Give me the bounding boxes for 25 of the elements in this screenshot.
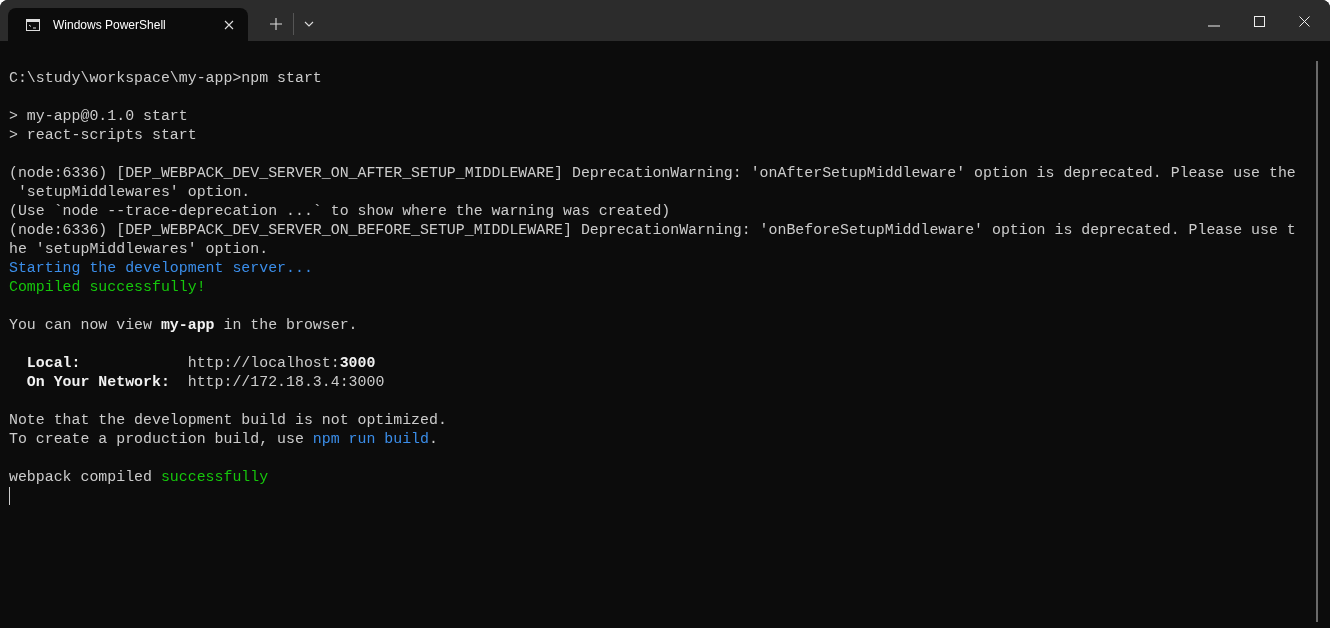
terminal-line: > my-app@0.1.0 start bbox=[9, 107, 188, 126]
terminal-line: (Use `node --trace-deprecation ...` to show where the warning was created) bbox=[9, 202, 671, 221]
terminal-line: (node:6336) [DEP_WEBPACK_DEV_SERVER_ON_BEFORE_SETUP_MIDDLEWARE] DeprecationWarning: 'onBeforeSetupMiddleware' option is deprecated. Please use t bbox=[9, 221, 1296, 240]
terminal-line: To create a production build, use npm run build. bbox=[9, 430, 438, 449]
terminal-line: Starting the development server... bbox=[9, 259, 313, 278]
terminal-line: 'setupMiddlewares' option. bbox=[16, 183, 251, 202]
terminal-line: Compiled successfully! bbox=[9, 278, 206, 297]
text-cursor bbox=[9, 487, 10, 505]
maximize-icon[interactable] bbox=[1254, 16, 1265, 27]
new-tab-icon[interactable] bbox=[270, 18, 282, 30]
terminal-line: Note that the development build is not optimized. bbox=[9, 411, 447, 430]
terminal-line: You can now view my-app in the browser. bbox=[9, 316, 358, 335]
scrollbar[interactable] bbox=[1316, 61, 1318, 622]
console-icon bbox=[26, 18, 40, 31]
terminal-line: Local: http://localhost:3000 bbox=[25, 354, 376, 373]
dropdown-caret-icon[interactable] bbox=[304, 21, 314, 27]
terminal-line: > react-scripts start bbox=[9, 126, 197, 145]
terminal-line: C:\study\workspace\my-app>npm start bbox=[9, 69, 322, 88]
terminal-line: webpack compiled successfully bbox=[9, 468, 269, 487]
terminal-tab[interactable]: Windows PowerShell bbox=[8, 8, 248, 41]
close-icon[interactable] bbox=[1299, 16, 1310, 27]
terminal-line: On Your Network: http://172.18.3.4:3000 bbox=[25, 373, 385, 392]
terminal-line: he 'setupMiddlewares' option. bbox=[9, 240, 269, 259]
terminal-line: (node:6336) [DEP_WEBPACK_DEV_SERVER_ON_AFTER_SETUP_MIDDLEWARE] DeprecationWarning: 'onAfterSetupMiddleware' option is deprecated. Please use the bbox=[9, 164, 1296, 183]
close-tab-icon[interactable] bbox=[224, 19, 234, 30]
